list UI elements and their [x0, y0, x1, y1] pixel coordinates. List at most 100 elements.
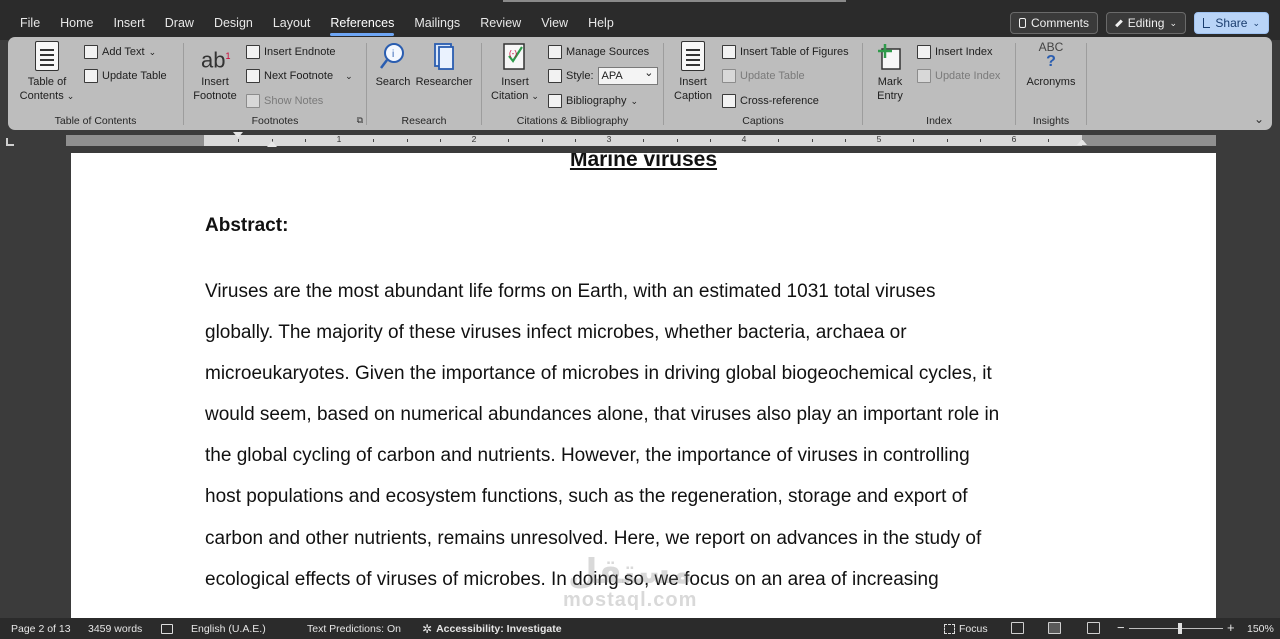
comment-icon — [1019, 18, 1026, 28]
style-label: Style: — [566, 70, 594, 82]
collapse-ribbon-icon[interactable]: ⌄ — [1254, 112, 1264, 126]
share-button[interactable]: Share ⌄ — [1194, 12, 1269, 34]
page-count[interactable]: Page 2 of 13 — [11, 618, 71, 639]
insert-caption-button[interactable]: Insert Caption — [668, 41, 718, 103]
accessibility-icon: ✲ — [422, 621, 433, 636]
right-indent-marker[interactable] — [1077, 139, 1087, 145]
mark-entry-button[interactable]: Mark Entry — [869, 41, 911, 103]
acronyms-button[interactable]: ABC ? Acronyms — [1020, 41, 1082, 89]
insert-endnote-button[interactable]: Insert Endnote — [246, 43, 336, 61]
tab-selector-icon[interactable] — [6, 138, 14, 146]
references-ribbon: Table of Contents ⌄ Add Text ⌄ Update Ta… — [8, 37, 1272, 130]
zoom-slider-thumb[interactable] — [1178, 623, 1182, 634]
hanging-indent-marker[interactable] — [267, 141, 277, 147]
ruler-tick — [811, 139, 813, 142]
next-footnote-button[interactable]: Next Footnote ⌄ — [246, 67, 353, 85]
tab-mailings[interactable]: Mailings — [404, 0, 470, 40]
style-icon — [548, 69, 562, 83]
add-text-button[interactable]: Add Text ⌄ — [84, 43, 156, 61]
group-label-table-of-contents: Table of Contents — [54, 115, 137, 127]
manage-sources-button[interactable]: Manage Sources — [548, 43, 649, 61]
search-label: Search — [375, 76, 411, 88]
endnote-icon — [246, 45, 260, 59]
bibliography-button[interactable]: Bibliography ⌄ — [548, 92, 638, 110]
researcher-button[interactable]: Researcher — [415, 41, 473, 89]
tab-insert[interactable]: Insert — [104, 0, 155, 40]
table-of-figures-icon — [722, 45, 736, 59]
read-mode-icon[interactable] — [1011, 622, 1024, 634]
abstract-paragraph: Viruses are the most abundant life forms… — [205, 277, 1085, 606]
group-label-footnotes: Footnotes — [251, 115, 299, 127]
ruler-tick — [372, 139, 374, 142]
group-citations-bibliography: (-) Insert Citation ⌄ Manage Sources Sty… — [482, 37, 663, 130]
insert-citation-label-1: Insert — [501, 76, 529, 88]
tab-review[interactable]: Review — [470, 0, 531, 40]
insert-caption-label-1: Insert — [679, 76, 707, 88]
tab-home[interactable]: Home — [50, 0, 103, 40]
show-notes-icon — [246, 94, 260, 108]
proofing-status[interactable] — [161, 618, 173, 639]
ruler-tick — [575, 139, 577, 142]
update-table-button[interactable]: Update Table — [84, 67, 167, 85]
insert-index-button[interactable]: Insert Index — [917, 43, 992, 61]
update-index-button[interactable]: Update Index — [917, 67, 1000, 85]
ruler-number: 3 — [606, 134, 612, 144]
web-layout-icon[interactable] — [1087, 622, 1100, 634]
paragraph-line: globally. The majority of these viruses … — [205, 322, 907, 344]
ruler-tick — [440, 139, 442, 142]
zoom-slider-track[interactable] — [1129, 628, 1223, 629]
accessibility-label: Accessibility: Investigate — [436, 622, 562, 635]
tab-references[interactable]: References — [320, 0, 404, 40]
search-button[interactable]: i Search — [373, 41, 413, 89]
add-text-icon — [84, 45, 98, 59]
manage-sources-label: Manage Sources — [566, 46, 650, 58]
first-line-indent-marker[interactable] — [233, 132, 243, 138]
focus-button[interactable]: Focus — [944, 618, 988, 639]
comments-label: Comments — [1030, 16, 1089, 30]
horizontal-ruler[interactable]: 1 2 3 4 5 6 — [204, 134, 1083, 146]
group-label-index: Index — [926, 115, 952, 127]
zoom-in-button[interactable]: + — [1227, 618, 1235, 638]
pencil-icon — [1115, 19, 1123, 27]
insert-table-of-figures-button[interactable]: Insert Table of Figures — [722, 43, 849, 61]
insert-caption-label-2: Caption — [674, 90, 712, 102]
table-of-contents-label-2: Contents ⌄ — [19, 90, 75, 102]
cross-reference-button[interactable]: Cross-reference — [722, 92, 819, 110]
manage-sources-icon — [548, 45, 562, 59]
tab-help[interactable]: Help — [578, 0, 624, 40]
language-status[interactable]: English (U.A.E.) — [191, 618, 266, 639]
update-table-of-figures-button[interactable]: Update Table — [722, 67, 805, 85]
insert-citation-button[interactable]: (-) Insert Citation ⌄ — [486, 41, 544, 103]
tab-file[interactable]: File — [10, 0, 50, 40]
dialog-launcher-icon[interactable]: ⧉ — [357, 115, 363, 126]
zoom-out-button[interactable]: − — [1117, 618, 1125, 638]
abstract-heading: Abstract: — [205, 215, 289, 236]
show-notes-button[interactable]: Show Notes — [246, 92, 323, 110]
show-notes-label: Show Notes — [264, 95, 324, 107]
group-footnotes: ab1 Insert Footnote Insert Endnote Next … — [184, 37, 366, 130]
svg-text:i: i — [392, 49, 394, 60]
researcher-label: Researcher — [415, 76, 473, 88]
ruler-tick — [980, 139, 982, 142]
tab-layout[interactable]: Layout — [263, 0, 321, 40]
tab-view[interactable]: View — [531, 0, 578, 40]
editing-mode-button[interactable]: Editing ⌄ — [1106, 12, 1186, 34]
tab-design[interactable]: Design — [204, 0, 263, 40]
ruler-tick — [237, 139, 239, 142]
citation-style-dropdown[interactable]: APA — [597, 65, 658, 85]
chevron-down-icon[interactable]: ⌄ — [345, 71, 353, 82]
comments-button[interactable]: Comments — [1010, 12, 1098, 34]
document-page[interactable]: Marine viruses Abstract: Viruses are the… — [71, 153, 1216, 618]
insert-endnote-label: Insert Endnote — [264, 46, 336, 58]
next-footnote-icon — [246, 69, 260, 83]
table-of-contents-icon — [35, 41, 59, 71]
word-count[interactable]: 3459 words — [88, 618, 142, 639]
insert-footnote-button[interactable]: ab1 Insert Footnote — [188, 41, 242, 103]
zoom-level[interactable]: 150% — [1247, 618, 1274, 639]
text-predictions-status[interactable]: Text Predictions: On — [307, 618, 401, 639]
accessibility-status[interactable]: ✲ Accessibility: Investigate — [422, 618, 562, 639]
print-layout-icon[interactable] — [1048, 622, 1061, 634]
table-of-contents-button[interactable]: Table of Contents ⌄ — [16, 41, 78, 103]
table-of-contents-label-1: Table of — [27, 76, 67, 88]
tab-draw[interactable]: Draw — [155, 0, 204, 40]
